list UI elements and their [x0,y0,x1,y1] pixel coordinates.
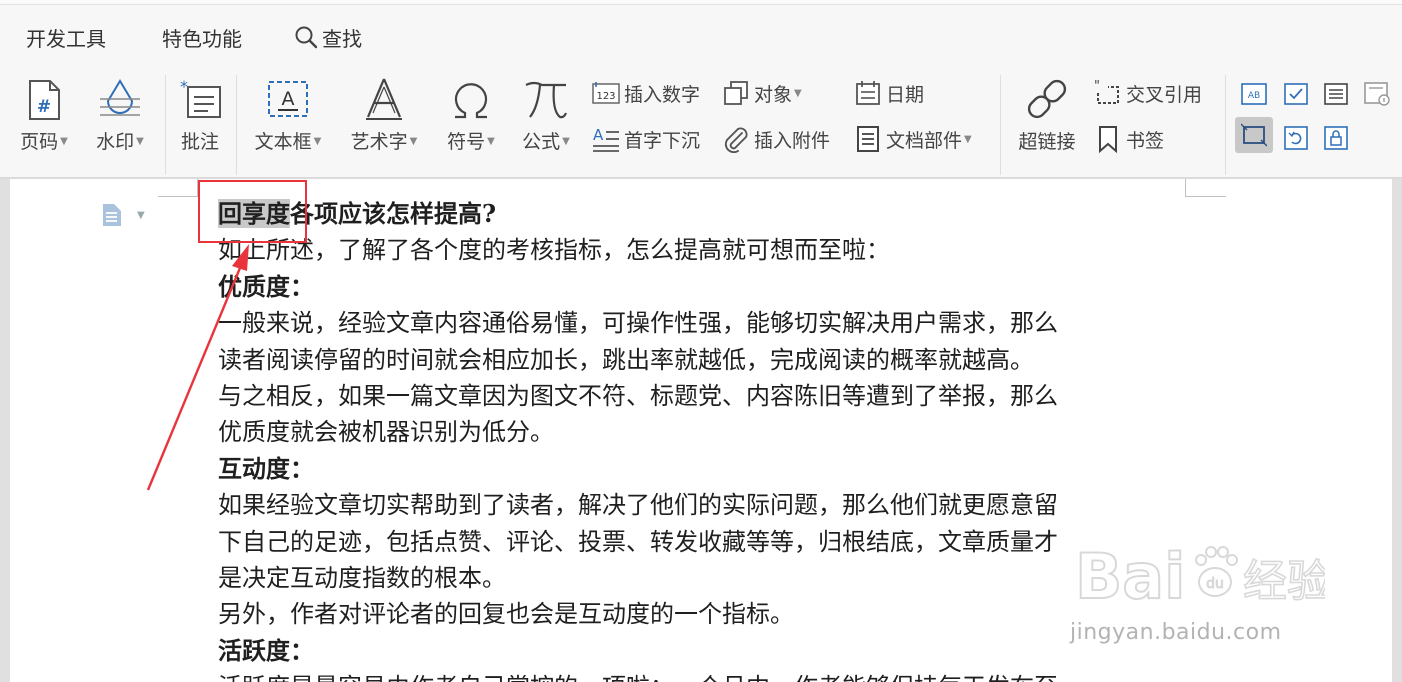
svg-text:Bai: Bai [1075,540,1185,613]
baidu-watermark-logo: Bai du 经验 [1074,528,1332,622]
watermark-url: jingyan.baidu.com [1070,620,1282,645]
svg-text:经验: 经验 [1243,556,1325,607]
svg-text:du: du [1206,576,1224,592]
